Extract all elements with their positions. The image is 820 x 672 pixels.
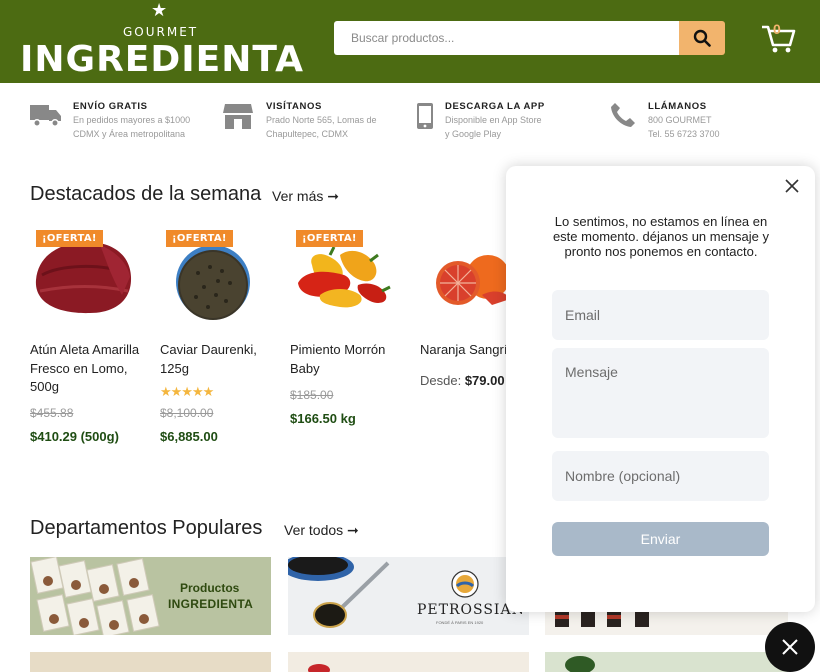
info-title: ENVÍO GRATIS xyxy=(73,101,148,112)
banner-text: INGREDIENTA xyxy=(168,597,254,611)
featured-see-more-link[interactable]: Ver más ➞ xyxy=(272,188,339,205)
price-from-label: Desde: xyxy=(420,373,462,388)
department-banner-produce[interactable] xyxy=(288,652,529,672)
price-from: Desde: $79.00 xyxy=(420,373,505,388)
info-title: LLÁMANOS xyxy=(648,101,707,112)
departments-title: Departamentos Populares xyxy=(30,517,263,539)
brand-subtitle: FONDÉ À PARIS EN 1920 xyxy=(436,620,484,625)
offline-chat-panel: Lo sentimos, no estamos en línea en este… xyxy=(506,166,815,612)
send-button[interactable]: Enviar xyxy=(552,522,769,556)
info-text: Prado Norte 565, Lomas de xyxy=(266,115,377,125)
department-banner-greens[interactable] xyxy=(545,652,788,672)
cart-count[interactable]: 0 xyxy=(773,21,781,37)
message-field[interactable] xyxy=(552,348,769,438)
petrossian-crest-icon xyxy=(451,570,479,598)
info-text: Tel. 55 6723 3700 xyxy=(648,129,720,139)
info-title: VISÍTANOS xyxy=(266,101,322,112)
banner-text: Productos xyxy=(180,581,240,595)
price: $6,885.00 xyxy=(160,429,218,444)
product-name[interactable]: Pimiento Morrón Baby xyxy=(290,341,415,378)
featured-title: Destacados de la semana xyxy=(30,183,262,205)
close-icon xyxy=(782,639,798,655)
department-banner-ingredienta[interactable]: Productos INGREDIENTA xyxy=(30,557,271,635)
offline-message: Lo sentimos, no estamos en línea en este… xyxy=(552,214,770,259)
caviar-tin-image xyxy=(288,557,390,628)
email-field[interactable] xyxy=(552,290,769,340)
info-text: Chapultepec, CDMX xyxy=(266,129,349,139)
logo[interactable]: INGREDIENTA xyxy=(20,40,304,80)
truck-icon xyxy=(30,105,61,127)
call-icon xyxy=(611,103,635,127)
offer-badge: ¡OFERTA! xyxy=(296,230,363,247)
site-header: ★ GOURMET INGREDIENTA 0 xyxy=(0,0,820,83)
phone-icon xyxy=(417,103,433,129)
info-title: DESCARGA LA APP xyxy=(445,101,545,112)
info-call: LLÁMANOS 800 GOURMET Tel. 55 6723 3700 xyxy=(610,98,790,148)
product-name[interactable]: Atún Aleta Amarilla Fresco en Lomo, 500g xyxy=(30,341,155,397)
info-app: DESCARGA LA APP Disponible en App Store … xyxy=(416,98,596,148)
department-banner-cheese[interactable] xyxy=(30,652,271,672)
department-banner-petrossian[interactable]: PETROSSIAN FONDÉ À PARIS EN 1920 xyxy=(288,557,529,635)
product-name[interactable]: Caviar Daurenki, 125g xyxy=(160,341,285,378)
info-text: Disponible en App Store xyxy=(445,115,542,125)
search-input[interactable] xyxy=(334,21,680,55)
price: $166.50 kg xyxy=(290,411,356,426)
star-icon: ★ xyxy=(151,0,168,20)
produce-image xyxy=(308,664,330,672)
info-shipping: ENVÍO GRATIS En pedidos mayores a $1000 … xyxy=(30,98,210,148)
offer-badge: ¡OFERTA! xyxy=(36,230,103,247)
chat-toggle-button[interactable] xyxy=(765,622,815,672)
star-rating: ★★★★★ xyxy=(160,384,214,399)
old-price: $455.88 xyxy=(30,406,74,420)
old-price: $185.00 xyxy=(290,388,334,402)
logo-tagline[interactable]: GOURMET xyxy=(123,25,198,39)
price-from-value: $79.00 xyxy=(464,373,505,388)
offer-badge: ¡OFERTA! xyxy=(166,230,233,247)
close-icon[interactable] xyxy=(782,176,802,196)
store-icon xyxy=(223,104,253,129)
info-text: CDMX y Área metropolitana xyxy=(73,129,186,139)
info-text: 800 GOURMET xyxy=(648,115,712,125)
product-bags-image xyxy=(30,557,160,635)
price: $410.29 (500g) xyxy=(30,429,119,444)
greens-image xyxy=(565,656,595,672)
search-button[interactable] xyxy=(679,21,725,55)
name-field[interactable] xyxy=(552,451,769,501)
old-price: $8,100.00 xyxy=(160,406,214,420)
search-icon xyxy=(693,29,711,47)
info-text: En pedidos mayores a $1000 xyxy=(73,115,191,125)
departments-see-all-link[interactable]: Ver todos ➞ xyxy=(284,522,359,539)
info-text: y Google Play xyxy=(445,129,502,139)
info-visit: VISÍTANOS Prado Norte 565, Lomas de Chap… xyxy=(223,98,403,148)
